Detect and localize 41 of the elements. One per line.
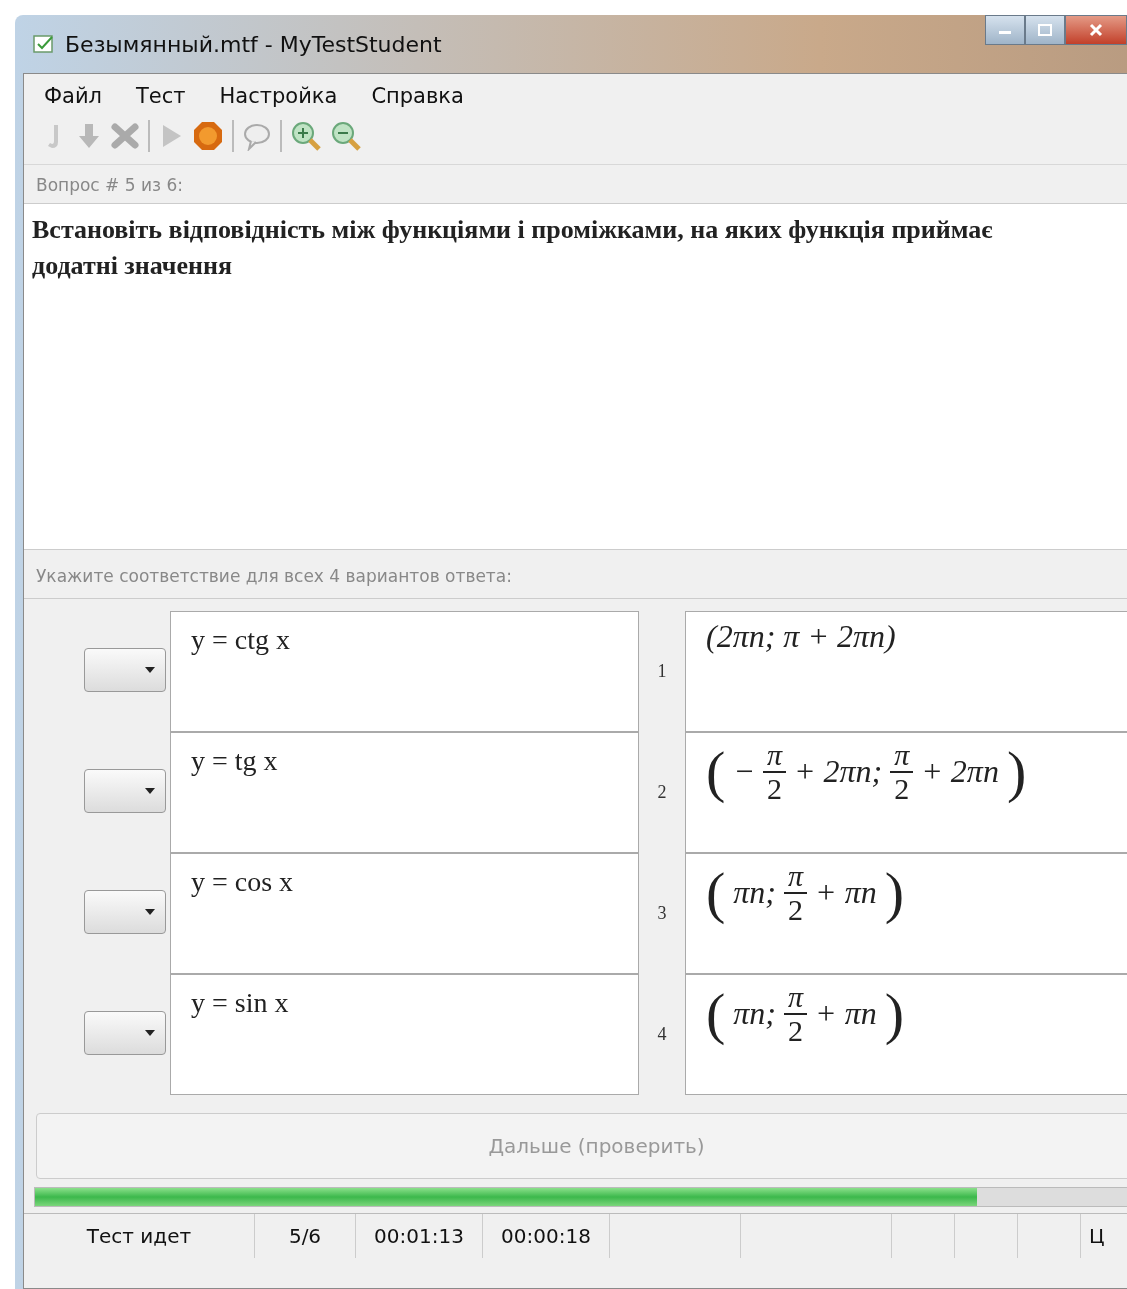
option-number: 3 (656, 902, 668, 925)
question-text: Встановіть відповідність між функціями і проміжками, на яких функція приймає додатні значення (32, 214, 994, 283)
option-number: 2 (656, 781, 668, 804)
caret-icon (145, 787, 155, 794)
window-title: Безымянный.mtf - MyTestStudent (65, 31, 442, 57)
maximize-icon (1037, 24, 1053, 36)
menu-item[interactable]: Файл (44, 84, 103, 108)
function-cell: y = sin x (170, 974, 639, 1095)
stop-icon[interactable] (192, 120, 224, 152)
status-text: 5/6 (288, 1224, 322, 1248)
status-text: Ц (1089, 1224, 1105, 1248)
status-text: 00:00:18 (501, 1224, 591, 1248)
maximize-button[interactable] (1025, 15, 1065, 45)
close-button[interactable] (1065, 15, 1127, 45)
instruction-label: Укажите соответствие для всех 4 вариантов ответа: (24, 550, 1127, 599)
menu-item[interactable]: Настройка (219, 84, 338, 108)
answer-dropdown[interactable] (84, 768, 166, 813)
down-arrow-icon[interactable] (76, 122, 102, 150)
close-icon (1088, 23, 1104, 37)
chat-icon[interactable] (242, 121, 272, 151)
status-text: 00:01:13 (374, 1224, 464, 1248)
answer-dropdown[interactable] (84, 889, 166, 934)
function-cell: y = ctg x (170, 611, 639, 732)
status-text: Тест идет (86, 1224, 192, 1248)
checkbox-icon (33, 34, 55, 54)
zoom-in-icon[interactable] (290, 120, 322, 152)
answer-dropdown[interactable] (84, 1010, 166, 1055)
function-cell: y = cos x (170, 853, 639, 974)
zoom-out-icon[interactable] (330, 120, 362, 152)
option-number: 4 (656, 1023, 668, 1046)
caret-icon (145, 666, 155, 673)
menu-item[interactable]: Справка (371, 84, 464, 108)
minimize-button[interactable] (985, 15, 1025, 45)
caret-icon (145, 908, 155, 915)
menu-item[interactable]: Тест (136, 84, 186, 108)
answer-dropdown[interactable] (84, 647, 166, 692)
option-number: 1 (656, 660, 668, 683)
delete-icon[interactable] (110, 122, 140, 150)
function-cell: y = tg x (170, 732, 639, 853)
caret-icon (145, 1029, 155, 1036)
interval-cell: (2πn; π + 2πn) (685, 611, 1127, 732)
